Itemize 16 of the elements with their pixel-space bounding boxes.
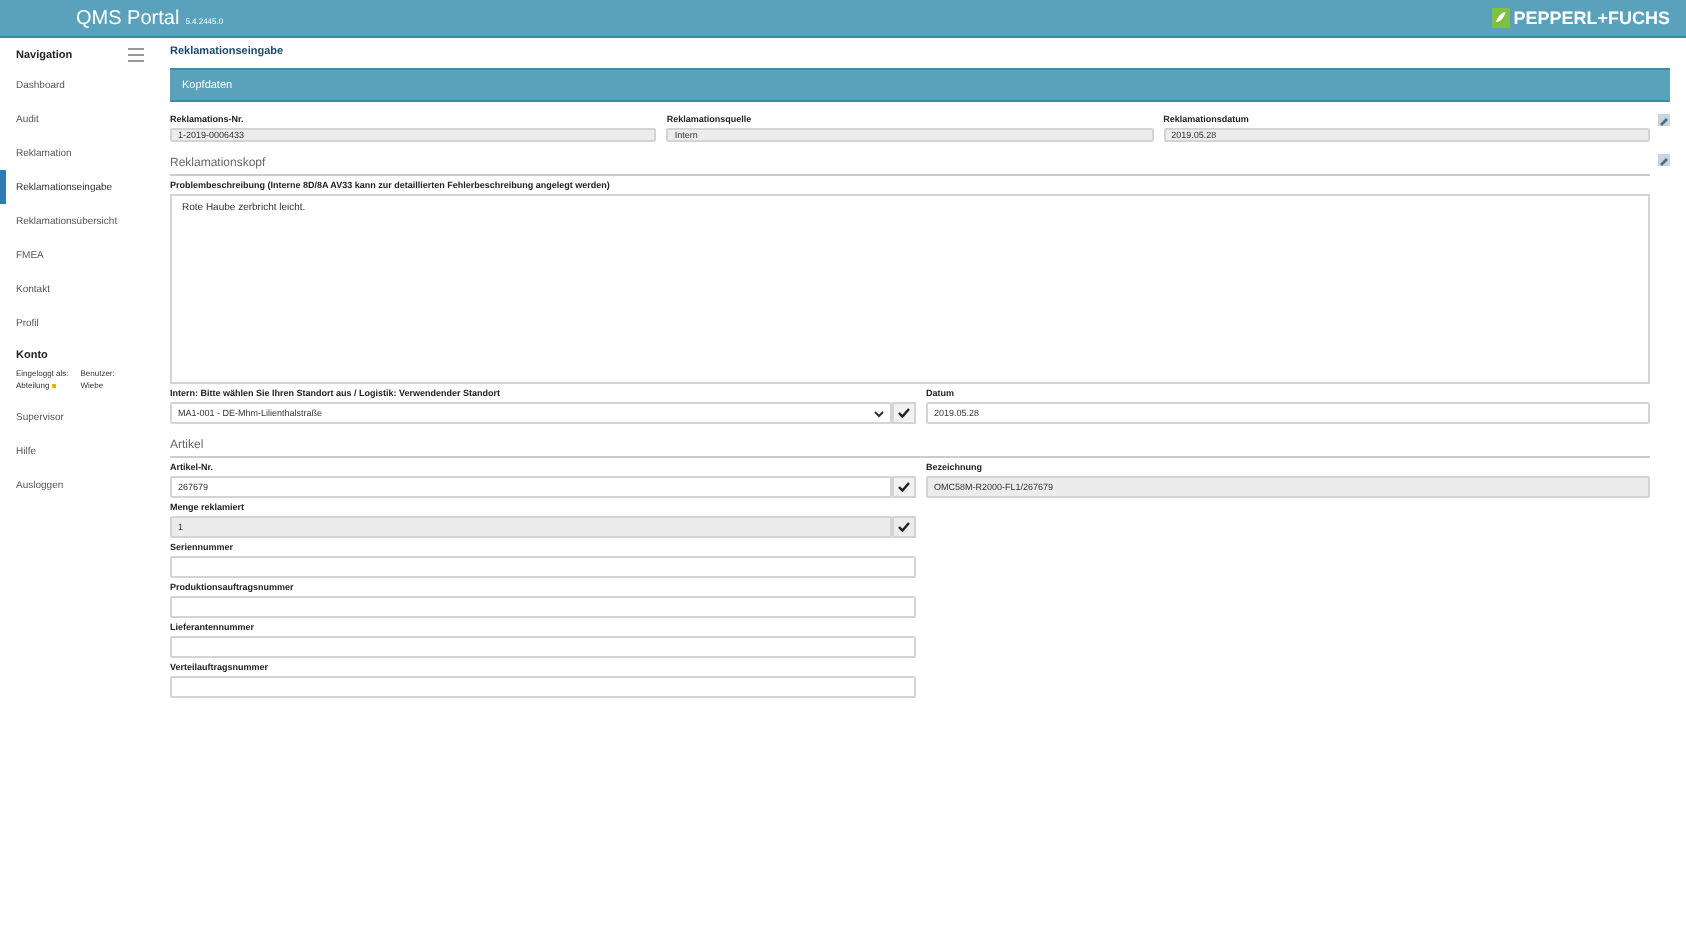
chevron-icon xyxy=(874,409,884,417)
confirm-button[interactable] xyxy=(892,402,916,424)
input-field[interactable] xyxy=(170,596,916,618)
check-icon xyxy=(898,522,910,532)
check-icon xyxy=(898,408,910,418)
edit-icon[interactable] xyxy=(1658,114,1670,126)
confirm-button[interactable] xyxy=(892,476,916,498)
app-title: QMS Portal xyxy=(76,7,180,29)
input-field[interactable] xyxy=(170,556,916,578)
brand-name: PEPPERL+FUCHS xyxy=(1513,8,1670,28)
input-field[interactable] xyxy=(170,636,916,658)
logo-icon xyxy=(1491,8,1510,28)
menu-icon[interactable] xyxy=(128,48,144,62)
check-icon xyxy=(898,482,910,492)
edit-icon[interactable] xyxy=(1658,154,1670,166)
input-field[interactable] xyxy=(170,676,916,698)
